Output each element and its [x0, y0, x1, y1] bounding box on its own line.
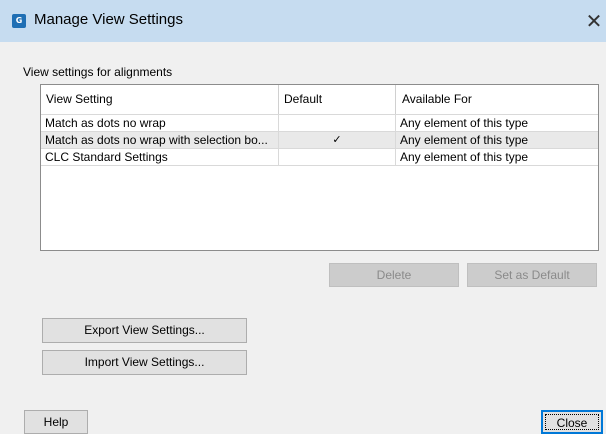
app-icon: G	[12, 14, 26, 28]
cell-available-for: Any element of this type	[395, 115, 598, 131]
table-row[interactable]: Match as dots no wrap Any element of thi…	[41, 114, 598, 131]
column-header-available-for[interactable]: Available For	[395, 85, 598, 114]
table-row[interactable]: Match as dots no wrap with selection bo.…	[41, 131, 598, 148]
column-header-default[interactable]: Default	[278, 85, 395, 114]
cell-default	[278, 149, 395, 165]
close-icon[interactable]: ✕	[582, 8, 606, 34]
table-row[interactable]: CLC Standard Settings Any element of thi…	[41, 148, 598, 166]
cell-available-for: Any element of this type	[395, 132, 598, 148]
table-header: View Setting Default Available For	[41, 85, 598, 114]
export-view-settings-button[interactable]: Export View Settings...	[42, 318, 247, 343]
close-button-label: Close	[545, 414, 599, 430]
help-button[interactable]: Help	[24, 410, 88, 434]
cell-view-setting: Match as dots no wrap with selection bo.…	[45, 133, 268, 147]
cell-default	[278, 115, 395, 131]
view-settings-table: View Setting Default Available For Match…	[40, 84, 599, 251]
title-bar: G Manage View Settings ✕	[0, 0, 606, 42]
cell-default-check: ✓	[278, 132, 395, 148]
section-label: View settings for alignments	[23, 65, 173, 79]
close-button[interactable]: Close	[541, 410, 603, 434]
cell-view-setting: CLC Standard Settings	[45, 150, 168, 164]
set-as-default-button[interactable]: Set as Default	[467, 263, 597, 287]
column-header-view-setting[interactable]: View Setting	[41, 85, 278, 114]
window-title: Manage View Settings	[34, 11, 183, 28]
import-view-settings-button[interactable]: Import View Settings...	[42, 350, 247, 375]
delete-button[interactable]: Delete	[329, 263, 459, 287]
cell-available-for: Any element of this type	[395, 149, 598, 165]
cell-view-setting: Match as dots no wrap	[45, 116, 166, 130]
